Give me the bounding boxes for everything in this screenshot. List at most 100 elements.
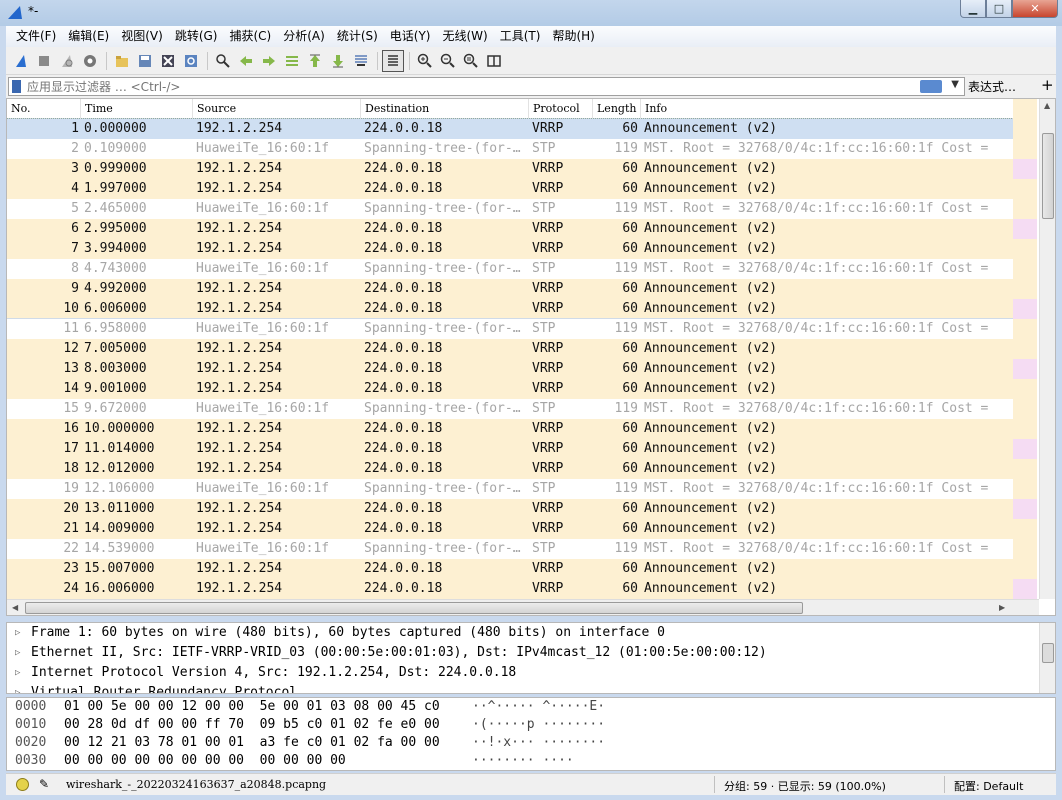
packet-row[interactable]: 23 15.007000 192.1.2.254 224.0.0.18 VRRP 60 An… (7, 559, 1013, 579)
colorize-icon[interactable] (382, 49, 404, 72)
zoom-out-icon[interactable] (437, 50, 459, 72)
title-bar: *- ▁ □ ✕ (0, 0, 1062, 26)
expand-arrow-icon[interactable]: ▷ (15, 683, 20, 693)
autoscroll-icon[interactable] (350, 50, 372, 72)
packet-row[interactable]: 7 3.994000 192.1.2.254 224.0.0.18 VRRP 60 Anno… (7, 239, 1013, 259)
details-scroll-thumb[interactable] (1042, 643, 1054, 663)
column-header-length[interactable]: Length (593, 99, 641, 119)
packet-cell-src: 192.1.2.254 (196, 281, 283, 296)
packet-row[interactable]: 12 7.005000 192.1.2.254 224.0.0.18 VRRP 60 Ann… (7, 339, 1013, 359)
column-header-source[interactable]: Source (193, 99, 361, 119)
menu-item-4[interactable]: 捕获(C) (223, 26, 277, 47)
expert-info-indicator-icon[interactable] (16, 778, 29, 791)
add-filter-button[interactable]: + (1041, 76, 1054, 94)
go-forward-icon[interactable] (258, 50, 280, 72)
packet-list-horizontal-scrollbar[interactable]: ◀ ▶ (7, 599, 1039, 615)
packet-row[interactable]: 24 16.006000 192.1.2.254 224.0.0.18 VRRP 60 An… (7, 579, 1013, 599)
packet-row[interactable]: 22 14.539000 HuaweiTe_16:60:1f Spanning-tre… (7, 539, 1013, 559)
zoom-in-icon[interactable] (414, 50, 436, 72)
menu-item-6[interactable]: 统计(S) (331, 26, 384, 47)
packet-row[interactable]: 9 4.992000 192.1.2.254 224.0.0.18 VRRP 60 Anno… (7, 279, 1013, 299)
close-file-icon[interactable] (157, 50, 179, 72)
stop-capture-icon[interactable] (33, 50, 55, 72)
menu-item-2[interactable]: 视图(V) (115, 26, 169, 47)
expression-button[interactable]: 表达式… (968, 78, 1016, 95)
find-packet-icon[interactable] (212, 50, 234, 72)
maximize-button[interactable]: □ (986, 0, 1012, 18)
capture-comment-icon[interactable]: ✎ (39, 777, 49, 791)
scroll-up-arrow-icon[interactable]: ▲ (1044, 101, 1050, 110)
start-capture-icon[interactable] (10, 50, 32, 72)
hex-dump-row[interactable]: 0010 00 28 0d df 00 00 ff 70 09 b5 c0 01 … (7, 716, 1055, 734)
packet-cell-proto: STP (532, 261, 556, 276)
go-back-icon[interactable] (235, 50, 257, 72)
column-header-info[interactable]: Info (641, 99, 1013, 119)
minimize-button[interactable]: ▁ (960, 0, 986, 18)
packet-minimap[interactable] (1013, 99, 1037, 599)
packet-row[interactable]: 15 9.672000 HuaweiTe_16:60:1f Spanning-tree… (7, 399, 1013, 419)
close-button[interactable]: ✕ (1012, 0, 1058, 18)
scroll-left-arrow-icon[interactable]: ◀ (12, 603, 18, 612)
detail-tree-item[interactable]: ▷ Ethernet II, Src: IETF-VRRP-VRID_03 (00… (7, 643, 1055, 663)
detail-tree-item[interactable]: ▷ Internet Protocol Version 4, Src: 192.1… (7, 663, 1055, 683)
bookmark-icon[interactable] (12, 80, 21, 93)
scroll-right-arrow-icon[interactable]: ▶ (999, 603, 1005, 612)
detail-tree-item[interactable]: ▷ Virtual Router Redundancy Protocol (7, 683, 1055, 693)
packet-row[interactable]: 1 0.000000 192.1.2.254 224.0.0.18 VRRP 60 Anno… (7, 118, 1014, 140)
column-header-destination[interactable]: Destination (361, 99, 529, 119)
menu-item-8[interactable]: 无线(W) (437, 26, 494, 47)
open-file-icon[interactable] (111, 50, 133, 72)
packet-row[interactable]: 21 14.009000 192.1.2.254 224.0.0.18 VRRP 60 An… (7, 519, 1013, 539)
reload-file-icon[interactable] (180, 50, 202, 72)
details-vertical-scrollbar[interactable] (1039, 623, 1055, 693)
column-header-no[interactable]: No. (7, 99, 81, 119)
go-to-packet-icon[interactable] (281, 50, 303, 72)
menu-item-5[interactable]: 分析(A) (277, 26, 331, 47)
packet-row[interactable]: 13 8.003000 192.1.2.254 224.0.0.18 VRRP 60 Ann… (7, 359, 1013, 379)
packet-row[interactable]: 3 0.999000 192.1.2.254 224.0.0.18 VRRP 60 Anno… (7, 159, 1013, 179)
column-header-protocol[interactable]: Protocol (529, 99, 593, 119)
expand-arrow-icon[interactable]: ▷ (15, 643, 20, 663)
packet-list-vertical-scrollbar[interactable]: ▲ (1039, 99, 1055, 599)
packet-cell-proto: STP (532, 141, 556, 156)
packet-row[interactable]: 2 0.109000 HuaweiTe_16:60:1f Spanning-tree-… (7, 139, 1013, 159)
menu-item-1[interactable]: 编辑(E) (62, 26, 115, 47)
packet-row[interactable]: 4 1.997000 192.1.2.254 224.0.0.18 VRRP 60 Anno… (7, 179, 1013, 199)
packet-row[interactable]: 17 11.014000 192.1.2.254 224.0.0.18 VRRP 60 An… (7, 439, 1013, 459)
menu-item-9[interactable]: 工具(T) (494, 26, 547, 47)
packet-row[interactable]: 11 6.958000 HuaweiTe_16:60:1f Spanning-tree… (7, 318, 1014, 340)
menu-item-3[interactable]: 跳转(G) (169, 26, 224, 47)
hex-dump-row[interactable]: 0030 00 00 00 00 00 00 00 00 00 00 00 00 ·… (7, 752, 1055, 770)
packet-row[interactable]: 6 2.995000 192.1.2.254 224.0.0.18 VRRP 60 Anno… (7, 219, 1013, 239)
resize-columns-icon[interactable] (483, 50, 505, 72)
horizontal-scroll-thumb[interactable] (25, 602, 803, 614)
filter-history-dropdown-icon[interactable]: ▼ (951, 79, 959, 90)
save-file-icon[interactable] (134, 50, 156, 72)
restart-capture-icon[interactable] (56, 50, 78, 72)
packet-row[interactable]: 8 4.743000 HuaweiTe_16:60:1f Spanning-tree-… (7, 259, 1013, 279)
packet-row[interactable]: 5 2.465000 HuaweiTe_16:60:1f Spanning-tree-… (7, 199, 1013, 219)
go-last-icon[interactable] (327, 50, 349, 72)
hex-dump-row[interactable]: 0000 01 00 5e 00 00 12 00 00 5e 00 01 03 … (7, 698, 1055, 716)
menu-item-0[interactable]: 文件(F) (10, 26, 62, 47)
apply-filter-arrow-icon[interactable] (920, 80, 942, 93)
column-header-time[interactable]: Time (81, 99, 193, 119)
status-profile[interactable]: 配置: Default (954, 778, 1023, 794)
vertical-scroll-thumb[interactable] (1042, 133, 1054, 219)
packet-row[interactable]: 10 6.006000 192.1.2.254 224.0.0.18 VRRP 60 Ann… (7, 299, 1013, 319)
packet-row[interactable]: 16 10.000000 192.1.2.254 224.0.0.18 VRRP 60 An… (7, 419, 1013, 439)
menu-item-10[interactable]: 帮助(H) (546, 26, 600, 47)
expand-arrow-icon[interactable]: ▷ (15, 623, 20, 643)
display-filter-input[interactable] (27, 79, 907, 94)
packet-row[interactable]: 19 12.106000 HuaweiTe_16:60:1f Spanning-tre… (7, 479, 1013, 499)
go-first-icon[interactable] (304, 50, 326, 72)
hex-dump-row[interactable]: 0020 00 12 21 03 78 01 00 01 a3 fe c0 01 … (7, 734, 1055, 752)
packet-row[interactable]: 14 9.001000 192.1.2.254 224.0.0.18 VRRP 60 Ann… (7, 379, 1013, 399)
capture-options-icon[interactable] (79, 50, 101, 72)
zoom-normal-icon[interactable] (460, 50, 482, 72)
expand-arrow-icon[interactable]: ▷ (15, 663, 20, 683)
detail-tree-item[interactable]: ▷ Frame 1: 60 bytes on wire (480 bits), 6… (7, 623, 1055, 643)
packet-row[interactable]: 20 13.011000 192.1.2.254 224.0.0.18 VRRP 60 An… (7, 499, 1013, 519)
menu-item-7[interactable]: 电话(Y) (384, 26, 437, 47)
packet-row[interactable]: 18 12.012000 192.1.2.254 224.0.0.18 VRRP 60 An… (7, 459, 1013, 479)
